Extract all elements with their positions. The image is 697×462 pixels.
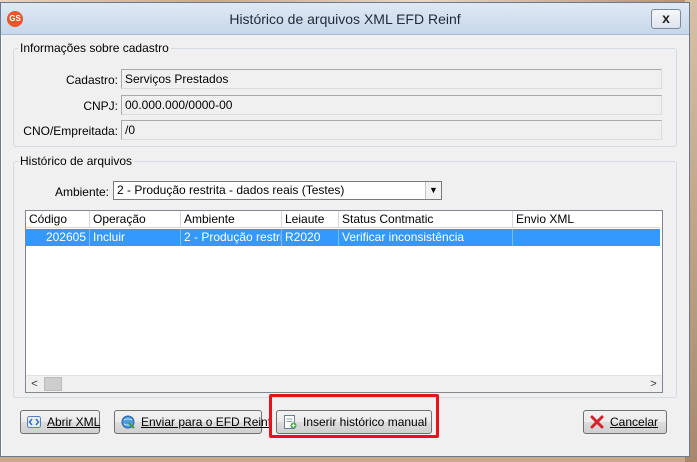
cadastro-label: Cadastro: [65,73,118,87]
cancelar-label: Cancelar [610,415,659,429]
cell-status: Verificar inconsistência [339,229,513,246]
horizontal-scrollbar[interactable]: < > [26,375,662,392]
abrir-xml-label: Abrir XML [47,415,101,429]
table-header: Código Operação Ambiente Leiaute Status … [26,211,660,228]
historico-group-legend: Histórico de arquivos [20,154,133,168]
scroll-left-arrow-icon[interactable]: < [26,376,43,392]
close-x-icon [590,415,604,429]
cell-ambiente: 2 - Produção restrita [181,229,282,246]
cadastro-group-legend: Informações sobre cadastro [20,41,169,55]
scroll-thumb[interactable] [44,377,62,391]
enviar-efd-reinf-label: Enviar para o EFD Reinf [141,415,272,429]
chevron-down-icon[interactable]: ▼ [425,182,441,199]
column-header-ambiente[interactable]: Ambiente [181,211,282,228]
ambiente-select-value: 2 - Produção restrita - dados reais (Tes… [117,183,345,197]
cell-operacao: Incluir [90,229,181,246]
close-button[interactable]: x [651,9,681,29]
ambiente-label: Ambiente: [54,185,109,199]
cnpj-field: 00.000.000/0000-00 [121,95,662,115]
window-title: Histórico de arquivos XML EFD Reinf [229,11,461,27]
cancelar-button[interactable]: Cancelar [583,410,667,434]
column-header-operacao[interactable]: Operação [90,211,181,228]
table-row[interactable]: 202605 Incluir 2 - Produção restrita R20… [26,229,660,246]
scroll-right-arrow-icon[interactable]: > [645,376,662,392]
enviar-efd-reinf-button[interactable]: Enviar para o EFD Reinf [114,410,271,434]
cno-field: /0 [121,120,662,140]
column-header-leiaute[interactable]: Leiaute [282,211,339,228]
column-header-codigo[interactable]: Código [26,211,90,228]
column-header-envio-xml[interactable]: Envio XML [513,211,660,228]
cell-leiaute: R2020 [282,229,339,246]
highlight-annotation-box [269,394,439,438]
cadastro-field: Serviços Prestados [121,69,662,89]
cell-codigo: 202605 [26,229,90,246]
ambiente-select[interactable]: 2 - Produção restrita - dados reais (Tes… [113,181,442,200]
code-arrows-icon [27,416,41,428]
cno-label: CNO/Empreitada: [23,124,118,138]
title-bar[interactable]: GS Histórico de arquivos XML EFD Reinf x [1,3,689,35]
dialog-window: GS Histórico de arquivos XML EFD Reinf x… [0,2,690,457]
column-header-status[interactable]: Status Contmatic [339,211,513,228]
globe-send-icon [121,415,135,429]
cell-envio-xml [513,229,660,246]
abrir-xml-button[interactable]: Abrir XML [20,410,100,434]
cnpj-label: CNPJ: [83,99,118,113]
historico-table[interactable]: Código Operação Ambiente Leiaute Status … [25,210,663,393]
